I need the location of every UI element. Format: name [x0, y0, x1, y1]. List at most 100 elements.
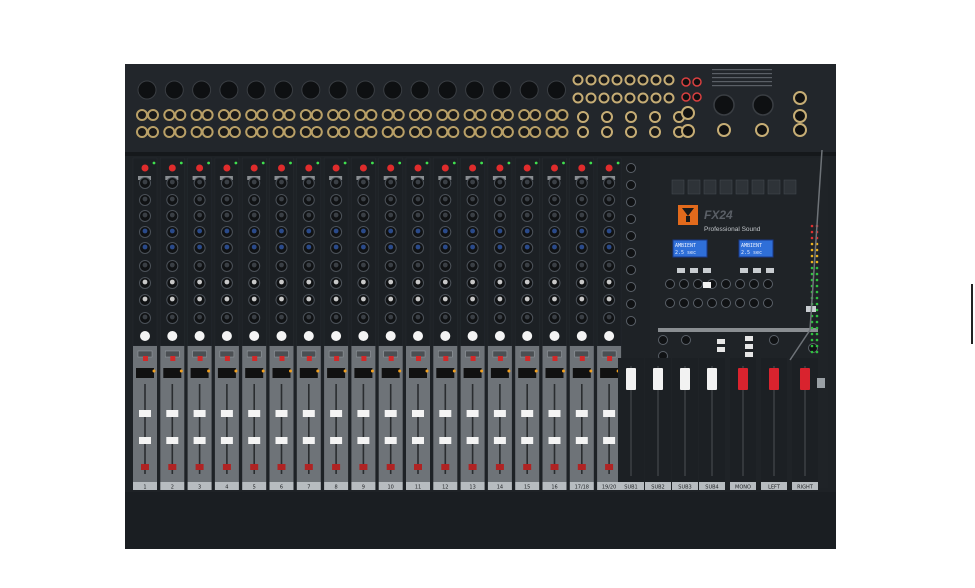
knob-cap [142, 314, 148, 320]
knob-cap [442, 179, 448, 185]
level-meter-led [810, 224, 814, 228]
fader-slot [308, 384, 310, 474]
knob-cap [497, 196, 503, 202]
level-meter-led [815, 350, 819, 354]
channel-number: 7 [307, 485, 310, 491]
master-knob [679, 298, 689, 308]
mute-led [197, 356, 203, 361]
rear-print-line [712, 81, 772, 83]
mute-led [416, 356, 421, 361]
fader-marker [222, 464, 231, 470]
aux-return-jack [598, 92, 610, 104]
fader-slot [471, 384, 474, 474]
signal-led [589, 161, 593, 165]
fx-button [690, 268, 698, 273]
fader-cap-lower [166, 437, 179, 444]
aux-jack [365, 126, 378, 138]
knob-cap [279, 179, 284, 185]
fx-program-grid [783, 179, 797, 195]
bus-fader-cap [626, 368, 636, 390]
channel-number: 6 [280, 485, 283, 491]
knob-cap [497, 314, 503, 320]
fader-slot [144, 384, 146, 474]
master-label: SUB1 [624, 485, 637, 491]
channel-strip: 1 [132, 157, 158, 491]
knob-cap [524, 296, 530, 302]
knob-cap [497, 244, 503, 250]
direct-out-jack [190, 126, 203, 138]
knob-cap [361, 212, 366, 218]
fader-slot [553, 384, 556, 474]
knob-cap [251, 314, 257, 320]
mute-led [525, 356, 531, 361]
xlr-input-jack [164, 80, 184, 100]
return-knob [626, 214, 636, 224]
line-jack [310, 109, 323, 121]
channel-number: 15 [524, 485, 530, 491]
knob-cap [415, 196, 421, 202]
fader-cap-upper [493, 410, 506, 417]
knob-cap [388, 244, 394, 250]
direct-out-jack [381, 126, 394, 138]
signal-led [616, 161, 620, 165]
fader-cap-upper [330, 410, 343, 417]
pan-knob [440, 331, 451, 341]
knob-cap [142, 262, 148, 268]
channel-strip: 10 [378, 157, 403, 491]
fader-cap-lower [493, 437, 506, 444]
level-meter-led [810, 254, 814, 258]
knob-cap [470, 212, 475, 218]
solo-led [261, 369, 265, 373]
knob-cap [251, 279, 257, 285]
knob-cap [224, 179, 230, 185]
knob-cap [142, 228, 148, 234]
aux-send-jack [572, 74, 584, 86]
xlr-input-jack [246, 80, 266, 100]
return-knob [626, 197, 636, 207]
signal-led [316, 161, 320, 165]
signal-led [507, 161, 511, 165]
knob-cap [169, 296, 175, 302]
direct-out-jack [490, 126, 503, 138]
channel-number: 17/18 [575, 485, 589, 491]
knob-cap [388, 296, 394, 302]
model-label: FX24 [704, 208, 733, 222]
knob-cap [361, 296, 366, 302]
knob-cap [197, 179, 203, 185]
knob-cap [279, 279, 284, 285]
rear-print-line [712, 85, 772, 87]
knob-cap [524, 212, 530, 218]
pan-knob [549, 331, 560, 341]
knob-cap [169, 228, 175, 234]
signal-led [371, 161, 374, 165]
level-meter-led [815, 326, 819, 330]
solo-led [179, 369, 183, 373]
signal-led [480, 161, 483, 165]
pan-knob [494, 331, 505, 341]
peak-led [496, 164, 504, 172]
level-meter-led [810, 326, 814, 330]
master-label: RIGHT [797, 485, 814, 491]
signal-led [534, 161, 538, 165]
knob-cap [169, 179, 175, 185]
knob-cap [552, 179, 557, 185]
knob-cap [361, 196, 366, 202]
knob-cap [251, 179, 257, 185]
direct-out-jack [545, 126, 558, 138]
fader-cap-upper [466, 410, 479, 417]
mute-led [497, 356, 503, 361]
level-meter-led [810, 338, 814, 342]
fader-slot [499, 384, 501, 474]
master-knob [681, 335, 691, 345]
insert-jack [436, 109, 449, 121]
fader-slot [581, 384, 583, 474]
level-meter-led [815, 266, 819, 270]
solo-button [190, 368, 209, 378]
fader-marker [304, 464, 313, 470]
fader-slot [362, 384, 365, 474]
master-knob [707, 298, 717, 308]
line-jack [529, 109, 542, 121]
aux-send-jack [598, 74, 610, 86]
peak-led [141, 164, 149, 172]
knob-cap [552, 212, 557, 218]
